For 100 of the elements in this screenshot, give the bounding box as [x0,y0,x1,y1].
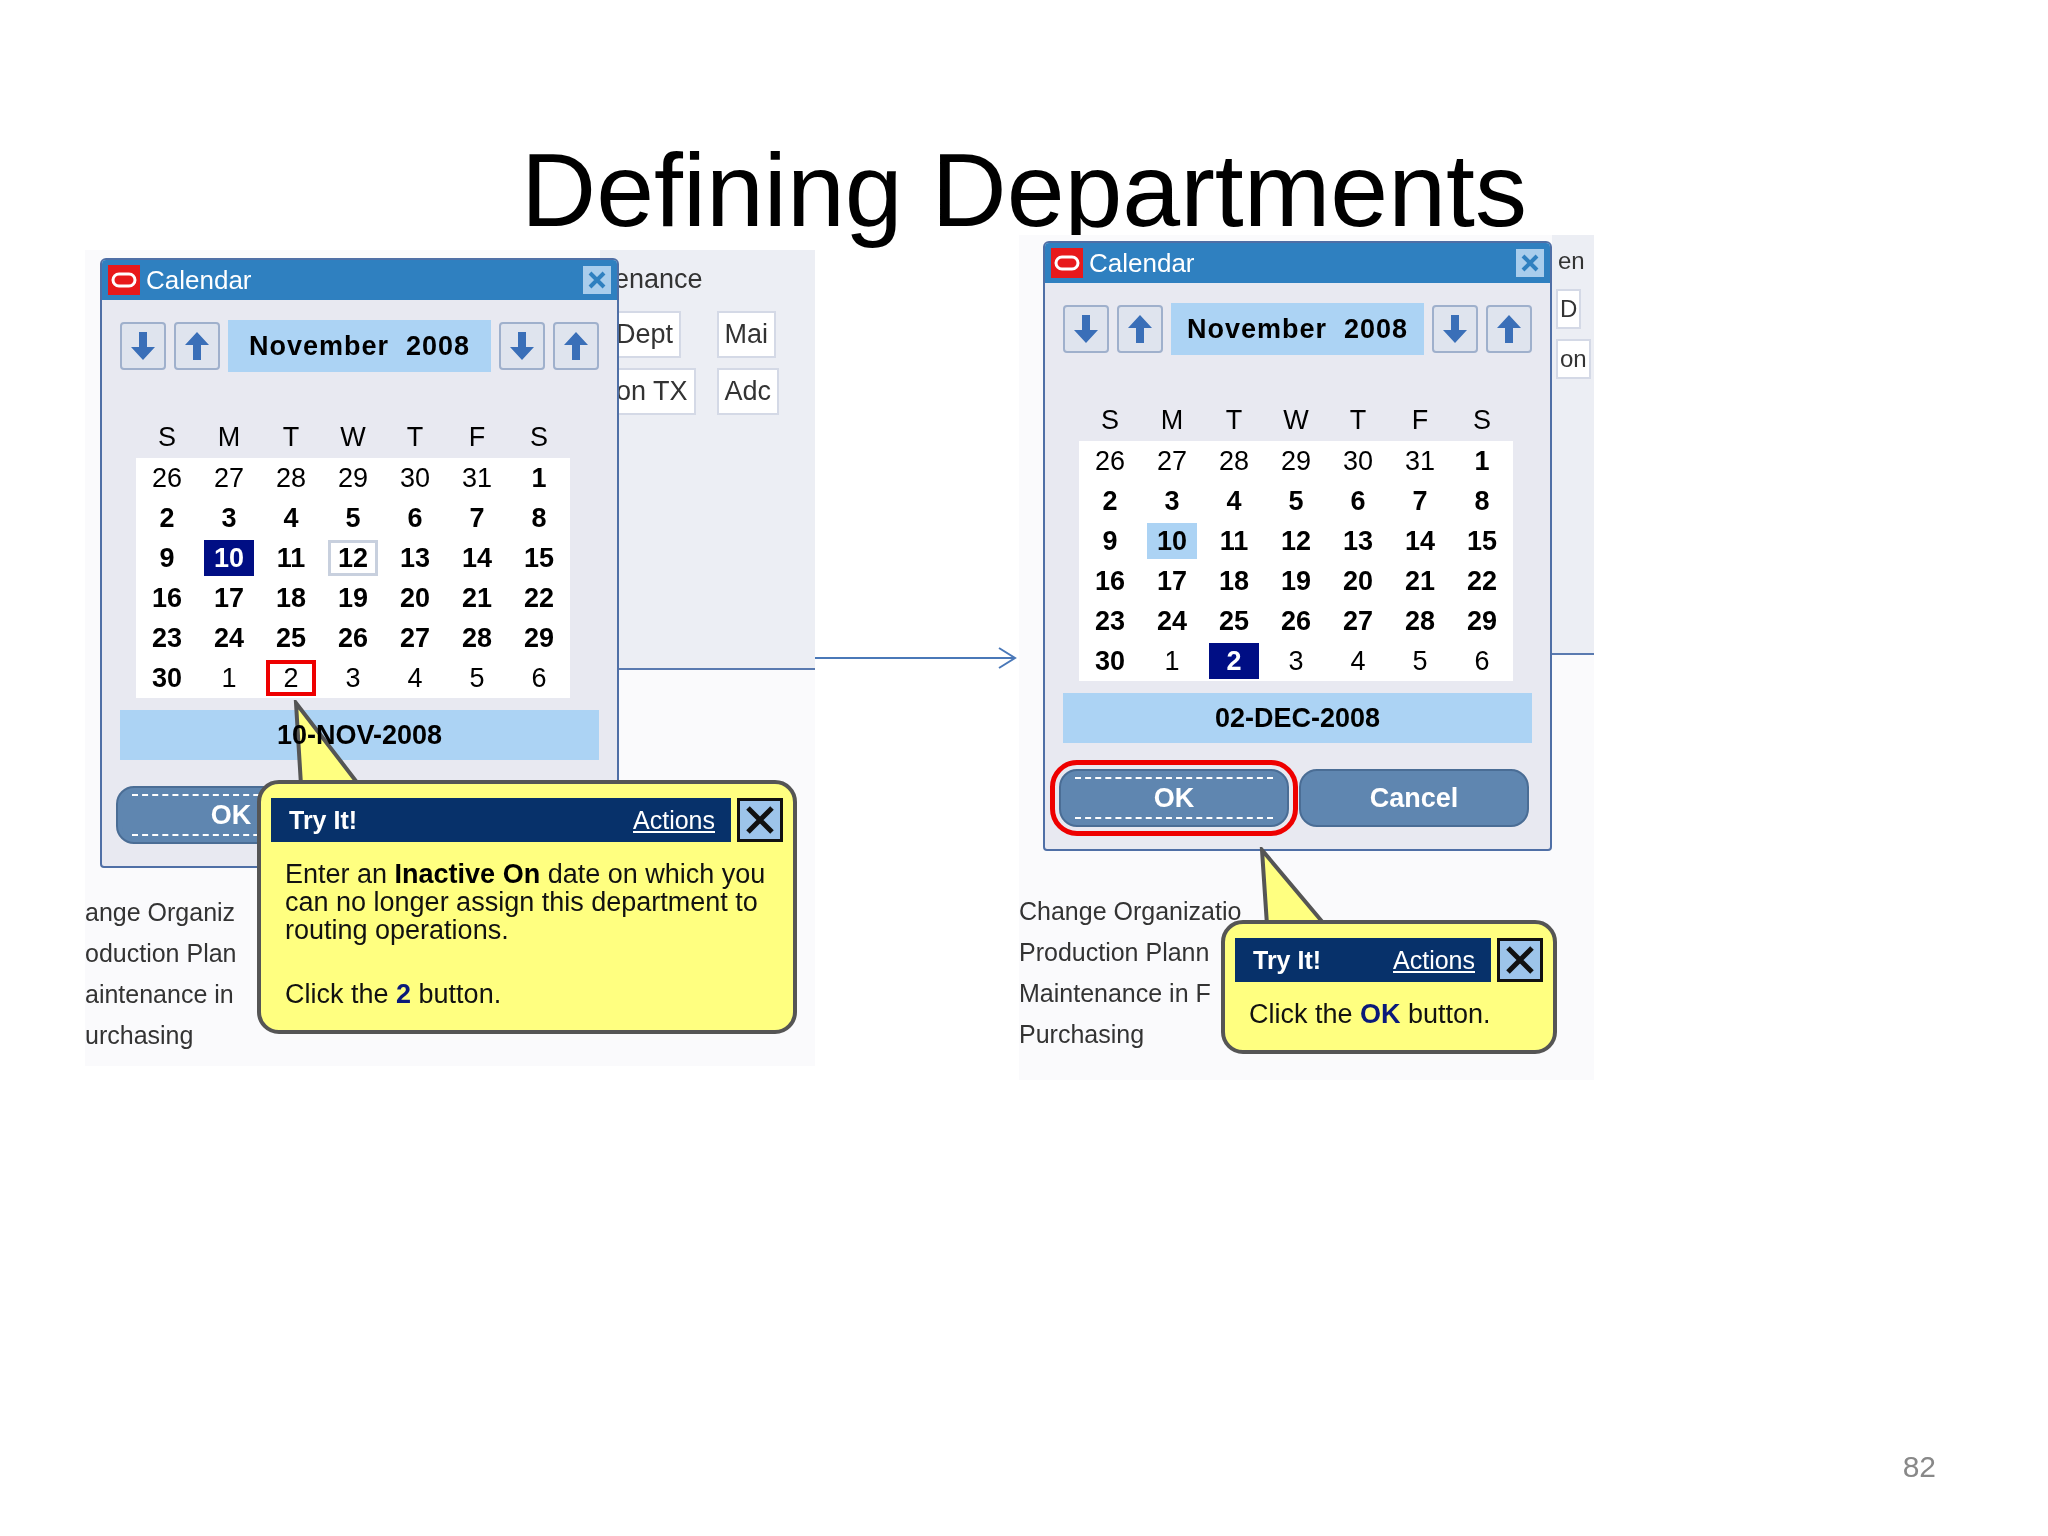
previous-month-button[interactable] [499,322,545,370]
menu-item[interactable]: Production Plann [1019,936,1210,968]
day-cell[interactable]: 28 [266,460,316,496]
day-cell[interactable]: 6 [1457,643,1507,679]
day-cell[interactable]: 12 [1271,523,1321,559]
day-cell[interactable]: 5 [1271,483,1321,519]
day-cell[interactable]: 23 [1085,603,1135,639]
day-cell[interactable]: 11 [266,540,316,576]
day-cell[interactable]: 14 [452,540,502,576]
day-cell[interactable]: 4 [1209,483,1259,519]
day-cell[interactable]: 7 [452,500,502,536]
day-cell[interactable]: 2 [266,660,316,696]
day-cell[interactable]: 16 [1085,563,1135,599]
day-cell[interactable]: 13 [1333,523,1383,559]
day-cell[interactable]: 22 [514,580,564,616]
close-icon[interactable] [1516,249,1544,277]
actions-link[interactable]: Actions [633,805,715,835]
day-cell[interactable]: 8 [1457,483,1507,519]
next-year-button[interactable] [174,322,220,370]
day-cell[interactable]: 19 [1271,563,1321,599]
next-year-button[interactable] [1117,305,1163,353]
day-cell[interactable]: 5 [1395,643,1445,679]
day-cell[interactable]: 20 [1333,563,1383,599]
day-cell[interactable]: 1 [514,460,564,496]
day-cell[interactable]: 3 [328,660,378,696]
close-button[interactable] [1497,938,1543,982]
day-cell[interactable]: 4 [1333,643,1383,679]
day-cell[interactable]: 21 [452,580,502,616]
day-cell[interactable]: 16 [142,580,192,616]
date-field[interactable]: 02-DEC-2008 [1063,693,1532,743]
day-cell[interactable]: 4 [266,500,316,536]
menu-item[interactable]: oduction Plan [85,937,237,969]
day-cell[interactable]: 21 [1395,563,1445,599]
day-cell[interactable]: 8 [514,500,564,536]
menu-item[interactable]: urchasing [85,1019,194,1051]
day-cell[interactable]: 1 [1147,643,1197,679]
day-cell[interactable]: 17 [1147,563,1197,599]
close-icon[interactable] [583,266,611,294]
day-cell[interactable]: 5 [452,660,502,696]
previous-month-button[interactable] [1432,305,1478,353]
day-cell[interactable]: 27 [1147,443,1197,479]
day-cell[interactable]: 13 [390,540,440,576]
day-cell[interactable]: 11 [1209,523,1259,559]
day-cell[interactable]: 31 [452,460,502,496]
dialog-button[interactable]: Cancel [1299,769,1529,827]
day-cell[interactable]: 22 [1457,563,1507,599]
day-cell[interactable]: 15 [1457,523,1507,559]
day-cell[interactable]: 25 [1209,603,1259,639]
day-cell[interactable]: 9 [142,540,192,576]
day-cell[interactable]: 10 [1147,523,1197,559]
day-cell[interactable]: 19 [328,580,378,616]
day-cell[interactable]: 1 [204,660,254,696]
day-cell[interactable]: 29 [1457,603,1507,639]
previous-year-button[interactable] [1063,305,1109,353]
day-cell[interactable]: 23 [142,620,192,656]
day-cell[interactable]: 10 [204,540,254,576]
day-cell[interactable]: 27 [1333,603,1383,639]
day-cell[interactable]: 26 [142,460,192,496]
day-cell[interactable]: 17 [204,580,254,616]
menu-item[interactable]: Change Organizatio [1019,895,1242,927]
day-cell[interactable]: 5 [328,500,378,536]
day-cell[interactable]: 30 [1333,443,1383,479]
day-cell[interactable]: 30 [142,660,192,696]
day-cell[interactable]: 26 [1271,603,1321,639]
day-cell[interactable]: 12 [328,540,378,576]
menu-item[interactable]: Maintenance in F [1019,977,1211,1009]
menu-item[interactable]: ange Organiz [85,896,236,928]
day-cell[interactable]: 24 [1147,603,1197,639]
day-cell[interactable]: 18 [1209,563,1259,599]
day-cell[interactable]: 29 [328,460,378,496]
day-cell[interactable]: 9 [1085,523,1135,559]
day-cell[interactable]: 2 [142,500,192,536]
previous-year-button[interactable] [120,322,166,370]
day-cell[interactable]: 4 [390,660,440,696]
day-cell[interactable]: 2 [1209,643,1259,679]
day-cell[interactable]: 3 [1147,483,1197,519]
next-month-button[interactable] [553,322,599,370]
day-cell[interactable]: 24 [204,620,254,656]
menu-item[interactable]: aintenance in [85,978,234,1010]
day-cell[interactable]: 29 [1271,443,1321,479]
day-cell[interactable]: 28 [1395,603,1445,639]
day-cell[interactable]: 20 [390,580,440,616]
day-cell[interactable]: 7 [1395,483,1445,519]
day-cell[interactable]: 25 [266,620,316,656]
day-cell[interactable]: 15 [514,540,564,576]
menu-item[interactable]: Purchasing [1019,1018,1145,1050]
day-cell[interactable]: 27 [390,620,440,656]
close-button[interactable] [737,798,783,842]
day-cell[interactable]: 31 [1395,443,1445,479]
day-cell[interactable]: 14 [1395,523,1445,559]
day-cell[interactable]: 28 [1209,443,1259,479]
day-cell[interactable]: 29 [514,620,564,656]
day-cell[interactable]: 6 [1333,483,1383,519]
day-cell[interactable]: 2 [1085,483,1135,519]
day-cell[interactable]: 3 [1271,643,1321,679]
day-cell[interactable]: 27 [204,460,254,496]
day-cell[interactable]: 18 [266,580,316,616]
actions-link[interactable]: Actions [1393,945,1475,975]
day-cell[interactable]: 3 [204,500,254,536]
day-cell[interactable]: 30 [390,460,440,496]
